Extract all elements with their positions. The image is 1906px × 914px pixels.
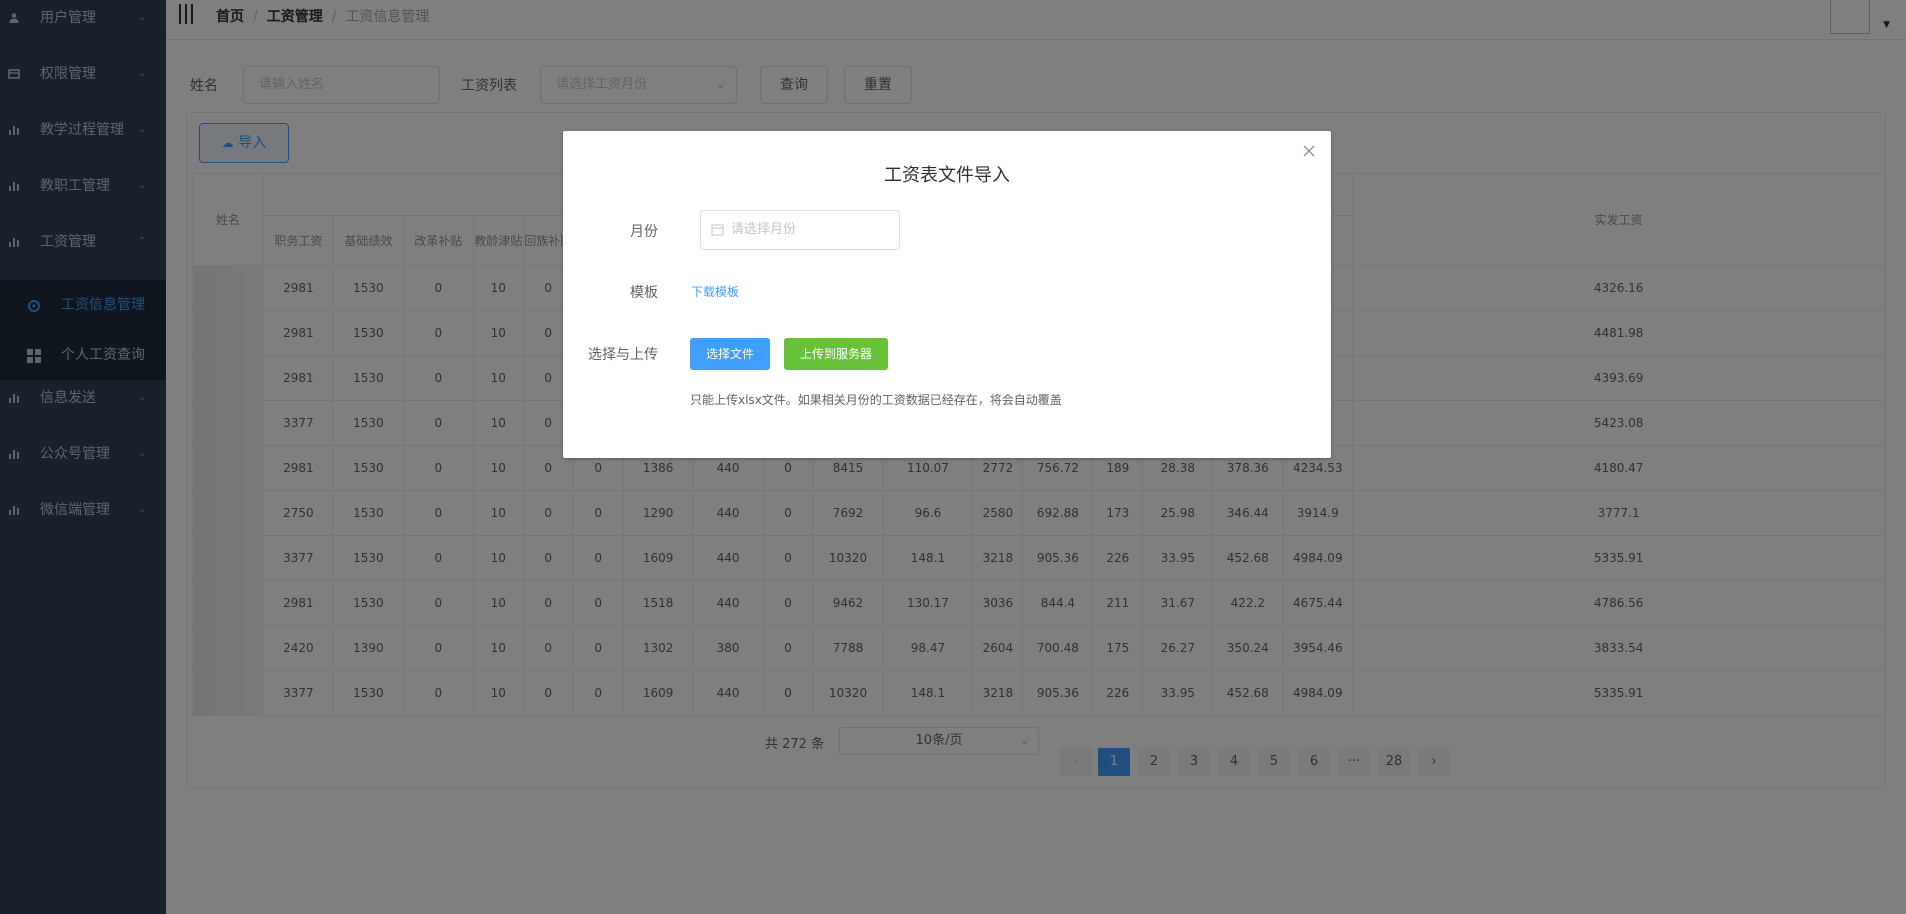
upload-tip: 只能上传xlsx文件。如果相关月份的工资数据已经存在，将会自动覆盖 (690, 393, 1062, 407)
upload-to-server-button[interactable]: 上传到服务器 (784, 338, 888, 370)
close-icon[interactable] (1301, 143, 1317, 159)
month-picker-input[interactable]: 请选择月份 (700, 210, 900, 250)
template-field-label: 模板 (630, 285, 658, 301)
upload-field-label: 选择与上传 (588, 347, 658, 363)
import-dialog: 工资表文件导入 月份 请选择月份 模板 下载模板 选择与上传 选择文件 上传到服… (563, 131, 1331, 458)
choose-file-button[interactable]: 选择文件 (690, 338, 770, 370)
download-template-link[interactable]: 下载模板 (691, 283, 739, 300)
dialog-title: 工资表文件导入 (884, 165, 1010, 186)
calendar-icon (711, 224, 724, 236)
month-field-label: 月份 (630, 224, 658, 240)
month-placeholder: 请选择月份 (731, 222, 797, 237)
